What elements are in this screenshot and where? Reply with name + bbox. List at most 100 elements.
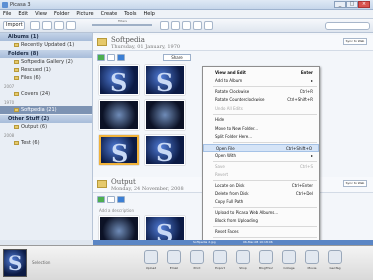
submenu-arrow-icon: ▸: [310, 78, 313, 83]
selected-filename: Softpedia 2.jpg: [193, 240, 216, 244]
sidebar-item-softpedia-gallery[interactable]: Softpedia Gallery (2): [0, 58, 92, 66]
sidebar-item-output[interactable]: Output (6): [0, 123, 92, 131]
folder-icon: [14, 91, 19, 96]
menu-item-delete-disk[interactable]: Delete from Disk Ctrl+Del: [203, 190, 319, 198]
sidebar-section-albums[interactable]: Albums (1): [0, 33, 92, 41]
menu-item-shortcut: Ctrl+Del: [295, 191, 313, 196]
photo-thumbnail[interactable]: [99, 216, 139, 240]
menu-folder[interactable]: Folder: [54, 11, 69, 17]
view-map-icon[interactable]: [66, 21, 76, 30]
import-button[interactable]: Import: [3, 21, 25, 30]
upload-icon[interactable]: [117, 54, 125, 61]
sidebar-item-recently-updated[interactable]: Recently Updated (1): [0, 41, 92, 49]
star-filter-icon[interactable]: [160, 21, 169, 30]
sidebar-section-other-stuff[interactable]: Other Stuff (2): [0, 115, 92, 123]
add-description-field[interactable]: Add a description: [99, 208, 134, 213]
menu-file[interactable]: File: [3, 11, 11, 17]
menu-create[interactable]: Create: [101, 11, 118, 17]
menu-item-locate-disk[interactable]: Locate on Disk Ctrl+Enter: [203, 182, 319, 190]
view-people-icon[interactable]: [54, 21, 64, 30]
menu-item-label: Copy Full Path: [215, 199, 244, 204]
upload-button[interactable]: Upload: [140, 250, 162, 278]
menu-item-split-folder[interactable]: Split Folder Here...: [203, 133, 319, 141]
upload-icon[interactable]: [117, 196, 125, 203]
menu-tools[interactable]: Tools: [124, 11, 136, 17]
filter-slider[interactable]: [92, 24, 152, 26]
sync-to-web-button[interactable]: Sync to Web: [343, 180, 367, 187]
photo-thumbnail[interactable]: S: [145, 65, 185, 97]
upload-filter-icon[interactable]: [171, 21, 180, 30]
menu-item-rotate-ccw[interactable]: Rotate Counterclockwise Ctrl+Shift+R: [203, 96, 319, 104]
menu-item-undo-edits: Undo All Edits: [203, 105, 319, 113]
menu-item-revert: Revert: [203, 171, 319, 179]
menu-item-open-with[interactable]: Open With ▸: [203, 152, 319, 160]
movie-button[interactable]: Movie: [301, 250, 323, 278]
photo-thumbnail-selected[interactable]: S: [99, 135, 139, 168]
play-slideshow-icon[interactable]: [97, 196, 105, 203]
menu-item-move-new-folder[interactable]: Move to New Folder...: [203, 125, 319, 133]
play-slideshow-icon[interactable]: [97, 54, 105, 61]
email-button[interactable]: Email: [163, 250, 185, 278]
photo-thumbnail[interactable]: [99, 100, 139, 130]
menu-item-shortcut: Ctrl+S: [299, 164, 313, 169]
menu-item-block-upload[interactable]: Block from Uploading: [203, 217, 319, 225]
view-list-icon[interactable]: [42, 21, 52, 30]
view-grid-icon[interactable]: [30, 21, 40, 30]
menu-item-shortcut: Enter: [300, 70, 313, 75]
minimize-button[interactable]: _: [334, 1, 346, 8]
folder-date: Monday, 24 November, 2008: [111, 186, 184, 192]
import-label: Import: [6, 22, 23, 28]
year-label: 1970: [4, 100, 15, 105]
sidebar-item-label: Recently Updated (1): [21, 42, 75, 48]
edit-description-icon[interactable]: [107, 54, 115, 61]
sidebar-item-softpedia[interactable]: Softpedia (21): [0, 106, 92, 114]
menu-edit[interactable]: Edit: [18, 11, 28, 17]
collage-button[interactable]: Collage: [278, 250, 300, 278]
menu-item-reset-faces[interactable]: Reset Faces: [203, 228, 319, 236]
edit-description-icon[interactable]: [107, 196, 115, 203]
folder-action-row: Share: [93, 53, 373, 62]
close-button[interactable]: ×: [358, 1, 370, 8]
sidebar-item-files[interactable]: Files (6): [0, 74, 92, 82]
menu-item-view-edit[interactable]: View and Edit Enter: [203, 69, 319, 77]
photo-thumbnail[interactable]: S: [99, 65, 139, 97]
sidebar-item-test[interactable]: Test (6): [0, 139, 92, 147]
menu-item-rotate-cw[interactable]: Rotate Clockwise Ctrl+R: [203, 88, 319, 96]
tray-button-label: Movie: [307, 266, 317, 270]
sidebar-item-rescued[interactable]: Rescued (1): [0, 66, 92, 74]
sidebar-item-label: Files (6): [21, 75, 41, 81]
menu-item-open-file[interactable]: Open File Ctrl+Shift+O: [203, 144, 319, 152]
photo-thumbnail[interactable]: S: [145, 135, 185, 167]
shop-button[interactable]: Shop: [232, 250, 254, 278]
photo-thumbnail[interactable]: [145, 100, 185, 130]
menu-item-copy-path[interactable]: Copy Full Path: [203, 198, 319, 206]
sync-to-web-button[interactable]: Sync to Web: [343, 38, 367, 45]
export-button[interactable]: Export: [209, 250, 231, 278]
photo-thumbnail[interactable]: S: [145, 216, 185, 240]
geotag-filter-icon[interactable]: [204, 21, 213, 30]
menu-view[interactable]: View: [35, 11, 47, 17]
menu-item-label: Upload to Picasa Web Albums...: [215, 210, 279, 215]
menu-item-label: Open File: [216, 146, 235, 151]
menu-item-upload-web-albums[interactable]: Upload to Picasa Web Albums...: [203, 209, 319, 217]
menu-separator: [213, 86, 317, 87]
sidebar-item-label: Covers (24): [21, 91, 51, 97]
maximize-button[interactable]: □: [346, 1, 358, 8]
menu-picture[interactable]: Picture: [76, 11, 93, 17]
menu-item-add-to-album[interactable]: Add to Album ▸: [203, 77, 319, 85]
movie-filter-icon[interactable]: [182, 21, 191, 30]
menu-help[interactable]: Help: [144, 11, 155, 17]
folder-icon: [97, 180, 107, 188]
menu-item-label: Open With: [215, 153, 237, 158]
geotag-button[interactable]: GeoTag: [324, 250, 346, 278]
sidebar-section-folders[interactable]: Folders (8): [0, 50, 92, 58]
sidebar-item-covers[interactable]: Covers (24): [0, 90, 92, 98]
print-button[interactable]: Print: [186, 250, 208, 278]
search-input[interactable]: [325, 22, 370, 30]
folder-icon: [14, 67, 19, 72]
face-filter-icon[interactable]: [193, 21, 202, 30]
share-button[interactable]: Share: [163, 54, 191, 61]
menu-item-hide[interactable]: Hide: [203, 116, 319, 124]
blogthis-button[interactable]: BlogThis!: [255, 250, 277, 278]
tray-thumbnail[interactable]: S: [3, 249, 27, 277]
